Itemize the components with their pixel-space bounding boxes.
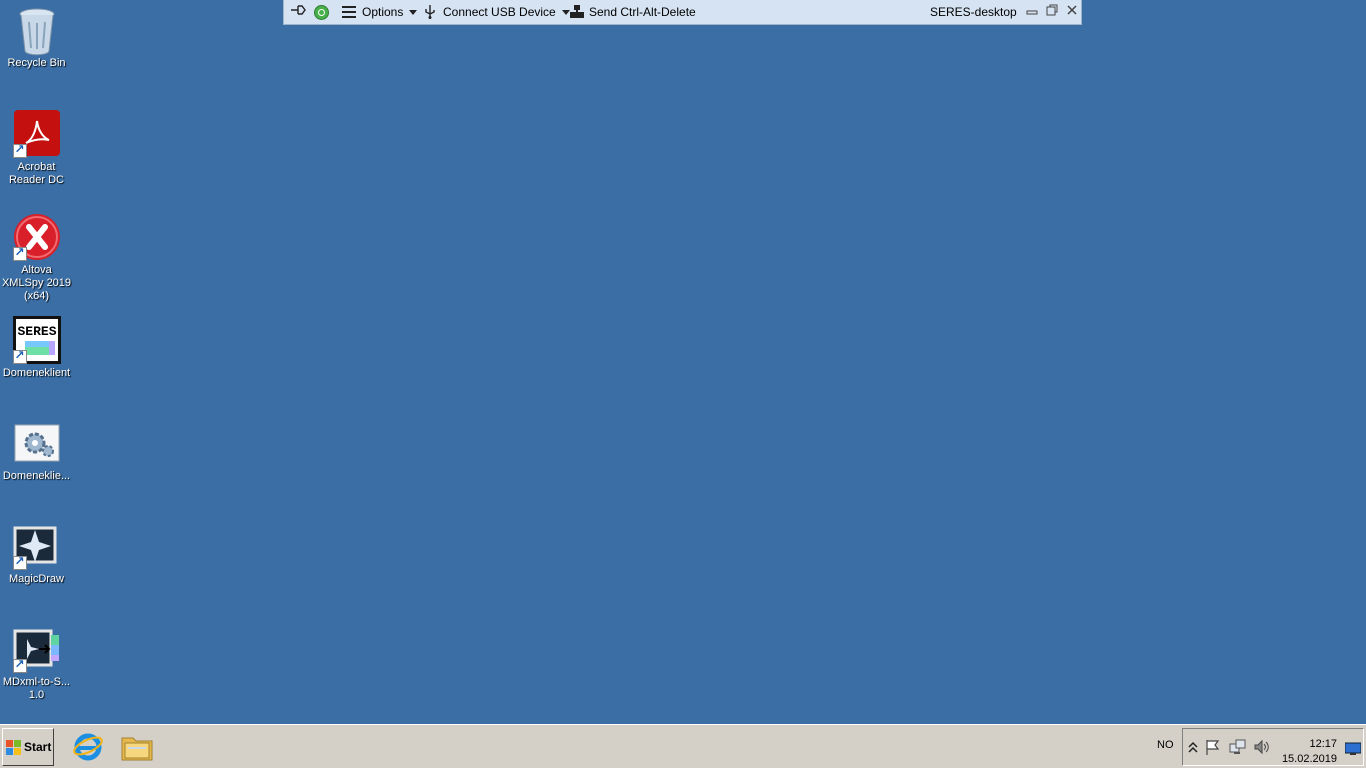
windows-logo-icon — [6, 739, 21, 755]
show-desktop-icon[interactable] — [1345, 742, 1361, 756]
desktop-icon-magicdraw[interactable]: MagicDraw — [0, 522, 73, 586]
shortcut-arrow-icon — [12, 348, 27, 364]
desktop-icon-label: Domeneklient — [2, 367, 71, 379]
acrobat-icon — [12, 110, 61, 158]
clock[interactable]: 12:17 15.02.2019 — [1282, 737, 1337, 767]
recycle-bin-icon — [13, 6, 61, 56]
options-menu[interactable]: Options — [342, 5, 418, 19]
action-center-flag-icon[interactable] — [1205, 739, 1221, 755]
desktop-icon-recycle-bin[interactable]: Recycle Bin — [0, 6, 73, 70]
desktop-icon-domeneklient-config[interactable]: Domeneklie... — [0, 419, 73, 483]
start-button[interactable]: Start — [2, 728, 54, 766]
host-name: SERES-desktop — [930, 5, 1017, 19]
language-indicator[interactable]: NO — [1157, 739, 1174, 751]
shortcut-arrow-icon — [12, 245, 27, 261]
svg-text:SERES: SERES — [17, 324, 56, 339]
connect-usb-menu[interactable]: Connect USB Device — [424, 5, 570, 19]
minimize-icon[interactable] — [1025, 3, 1039, 17]
hamburger-icon — [342, 6, 356, 18]
connect-usb-label: Connect USB Device — [443, 5, 556, 19]
remote-session-toolbar: Options Connect USB Device Send Ctrl-Alt… — [283, 0, 1082, 25]
desktop-icon-label: Recycle Bin — [7, 57, 66, 69]
desktop-icon-label: MagicDraw — [8, 573, 64, 585]
file-explorer-icon[interactable] — [121, 731, 153, 763]
clock-time: 12:17 — [1309, 738, 1337, 750]
desktop-icon-label: Acrobat Reader DC — [8, 161, 65, 186]
seres-icon: SERES — [12, 316, 61, 364]
desktop-icon-label: Domeneklie... — [2, 470, 71, 482]
show-hidden-icons-icon[interactable] — [1188, 740, 1198, 754]
close-icon[interactable] — [1065, 3, 1079, 17]
chevron-down-icon — [561, 9, 570, 15]
send-ctrl-alt-delete-button[interactable]: Send Ctrl-Alt-Delete — [570, 5, 696, 19]
connection-status-icon — [314, 5, 329, 20]
cad-label: Send Ctrl-Alt-Delete — [589, 5, 696, 19]
start-label: Start — [24, 740, 52, 754]
shortcut-arrow-icon — [12, 554, 27, 570]
usb-icon — [425, 5, 435, 19]
keyboard-icon — [570, 5, 584, 18]
shortcut-arrow-icon — [12, 142, 27, 158]
options-label: Options — [362, 5, 404, 19]
desktop-icon-acrobat-reader[interactable]: Acrobat Reader DC — [0, 110, 73, 187]
pin-icon[interactable] — [290, 3, 308, 17]
clock-date: 15.02.2019 — [1281, 753, 1337, 765]
volume-icon[interactable] — [1253, 739, 1271, 755]
taskbar: Start NO 12:17 15.02.2019 — [0, 724, 1366, 768]
desktop-icon-label: MDxml-to-S... 1.0 — [2, 676, 71, 701]
magicdraw-icon — [12, 522, 61, 570]
gear-app-icon — [13, 419, 61, 467]
restore-icon[interactable] — [1045, 3, 1059, 17]
shortcut-arrow-icon — [12, 657, 27, 673]
desktop-icon-altova-xmlspy[interactable]: Altova XMLSpy 2019 (x64) — [0, 213, 73, 303]
xmlspy-icon — [12, 213, 61, 261]
chevron-down-icon — [409, 9, 418, 15]
desktop-icon-domeneklient[interactable]: SERES Domeneklient — [0, 316, 73, 380]
network-icon[interactable] — [1229, 739, 1247, 755]
desktop-icon-label: Altova XMLSpy 2019 (x64) — [1, 264, 72, 302]
system-tray: 12:17 15.02.2019 — [1182, 728, 1364, 766]
desktop-icon-mdxml-to-s[interactable]: MDxml-to-S... 1.0 — [0, 625, 73, 702]
mdxml-icon — [12, 625, 61, 673]
internet-explorer-icon[interactable] — [72, 731, 104, 763]
